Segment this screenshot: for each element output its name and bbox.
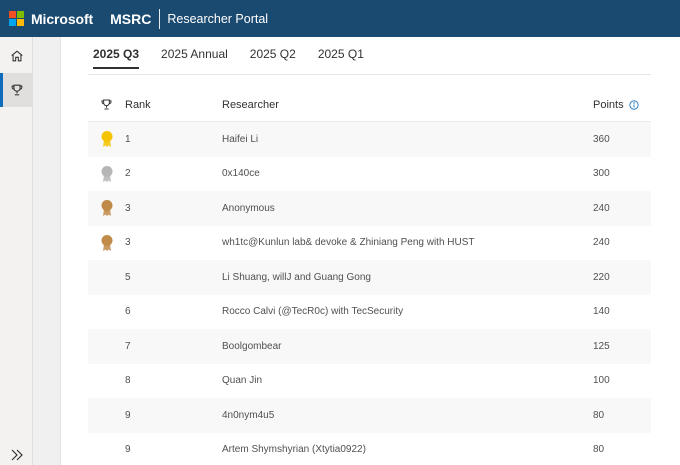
table-body: 1 Haifei Li 360 2 0x140ce 300 3 Anonymous 240 3 wh… (88, 122, 651, 465)
researcher-cell: Haifei Li (222, 133, 259, 145)
main-area: 2025 Q3 2025 Annual 2025 Q2 2025 Q1 Rank Re… (33, 37, 680, 465)
left-nav (0, 37, 33, 465)
product-name[interactable]: MSRC (110, 11, 151, 27)
table-row: 3 Anonymous 240 (88, 191, 651, 226)
points-cell: 300 (593, 168, 610, 180)
nav-home[interactable] (0, 39, 33, 73)
points-cell: 360 (593, 133, 610, 145)
tab-2025-annual[interactable]: 2025 Annual (161, 47, 228, 69)
rank-cell: 9 (125, 409, 131, 421)
gold-medal-icon (88, 130, 125, 148)
rank-cell: 6 (125, 306, 131, 318)
researcher-cell: Boolgombear (222, 340, 282, 352)
bronze-medal-icon (88, 234, 125, 252)
period-tabs: 2025 Q3 2025 Annual 2025 Q2 2025 Q1 (93, 47, 386, 69)
tab-2025-q2[interactable]: 2025 Q2 (250, 47, 296, 69)
table-row: 3 wh1tc@Kunlun lab& devoke & Zhiniang Pen… (88, 226, 651, 261)
double-chevron-right-icon (11, 449, 23, 461)
points-column-header[interactable]: Points (593, 99, 651, 111)
home-icon (10, 50, 23, 62)
researcher-column-header[interactable]: Researcher (222, 99, 593, 111)
medal-column-header (88, 98, 125, 111)
microsoft-logo-icon[interactable] (9, 11, 24, 26)
table-row: 1 Haifei Li 360 (88, 122, 651, 157)
bronze-medal-icon (88, 199, 125, 217)
rank-cell: 5 (125, 271, 131, 283)
researcher-cell: Artem Shymshyrian (Xtytia0922) (222, 444, 366, 456)
table-row: 9 4n0nym4u5 80 (88, 398, 651, 433)
logo-square-yellow (17, 19, 24, 26)
trophy-icon (11, 84, 22, 96)
rank-cell: 7 (125, 340, 131, 352)
logo-square-green (17, 11, 24, 18)
points-cell: 80 (593, 444, 605, 456)
silver-medal-icon (88, 165, 125, 183)
table-row: 6 Rocco Calvi (@TecR0c) with TecSecurity 1… (88, 295, 651, 330)
researcher-cell: 0x140ce (222, 168, 260, 180)
portal-name[interactable]: Researcher Portal (167, 12, 268, 26)
info-icon[interactable] (628, 99, 639, 110)
researcher-cell: Anonymous (222, 202, 275, 214)
points-cell: 240 (593, 202, 610, 214)
points-cell: 140 (593, 306, 610, 318)
researcher-cell: wh1tc@Kunlun lab& devoke & Zhiniang Peng… (222, 237, 475, 249)
points-cell: 100 (593, 375, 610, 387)
rank-cell: 3 (125, 202, 131, 214)
rank-cell: 9 (125, 444, 131, 456)
points-cell: 220 (593, 271, 610, 283)
rank-cell: 3 (125, 237, 131, 249)
table-row: 2 0x140ce 300 (88, 157, 651, 192)
rank-cell: 8 (125, 375, 131, 387)
points-cell: 240 (593, 237, 610, 249)
researcher-cell: Rocco Calvi (@TecR0c) with TecSecurity (222, 306, 404, 318)
table-row: 7 Boolgombear 125 (88, 329, 651, 364)
points-cell: 125 (593, 340, 610, 352)
points-cell: 80 (593, 409, 605, 421)
researcher-cell: 4n0nym4u5 (222, 409, 275, 421)
tab-2025-q3[interactable]: 2025 Q3 (93, 47, 140, 69)
trophy-icon (101, 99, 112, 110)
leaderboard-table: Rank Researcher Points 1 Haifei Li 360 2 0x1… (88, 88, 651, 465)
table-row: 5 Li Shuang, willJ and Guang Gong 220 (88, 260, 651, 295)
nav-leaderboard[interactable] (0, 73, 33, 107)
tabs-divider (88, 74, 651, 75)
points-header-label: Points (593, 98, 624, 111)
table-header: Rank Researcher Points (88, 88, 651, 122)
tab-2025-q1[interactable]: 2025 Q1 (318, 47, 364, 69)
logo-square-blue (9, 19, 16, 26)
rank-column-header[interactable]: Rank (125, 99, 222, 111)
researcher-cell: Quan Jin (222, 375, 263, 387)
rank-cell: 2 (125, 168, 131, 180)
nav-expand-button[interactable] (0, 445, 33, 465)
table-row: 8 Quan Jin 100 (88, 364, 651, 399)
top-bar: Microsoft MSRC Researcher Portal (0, 0, 680, 37)
leaderboard-card: 2025 Q3 2025 Annual 2025 Q2 2025 Q1 Rank Re… (60, 37, 680, 465)
logo-square-red (9, 11, 16, 18)
table-row: 9 Artem Shymshyrian (Xtytia0922) 80 (88, 433, 651, 465)
header-divider (159, 8, 161, 29)
brand-name[interactable]: Microsoft (31, 11, 93, 27)
researcher-cell: Li Shuang, willJ and Guang Gong (222, 271, 371, 283)
rank-cell: 1 (125, 133, 131, 145)
